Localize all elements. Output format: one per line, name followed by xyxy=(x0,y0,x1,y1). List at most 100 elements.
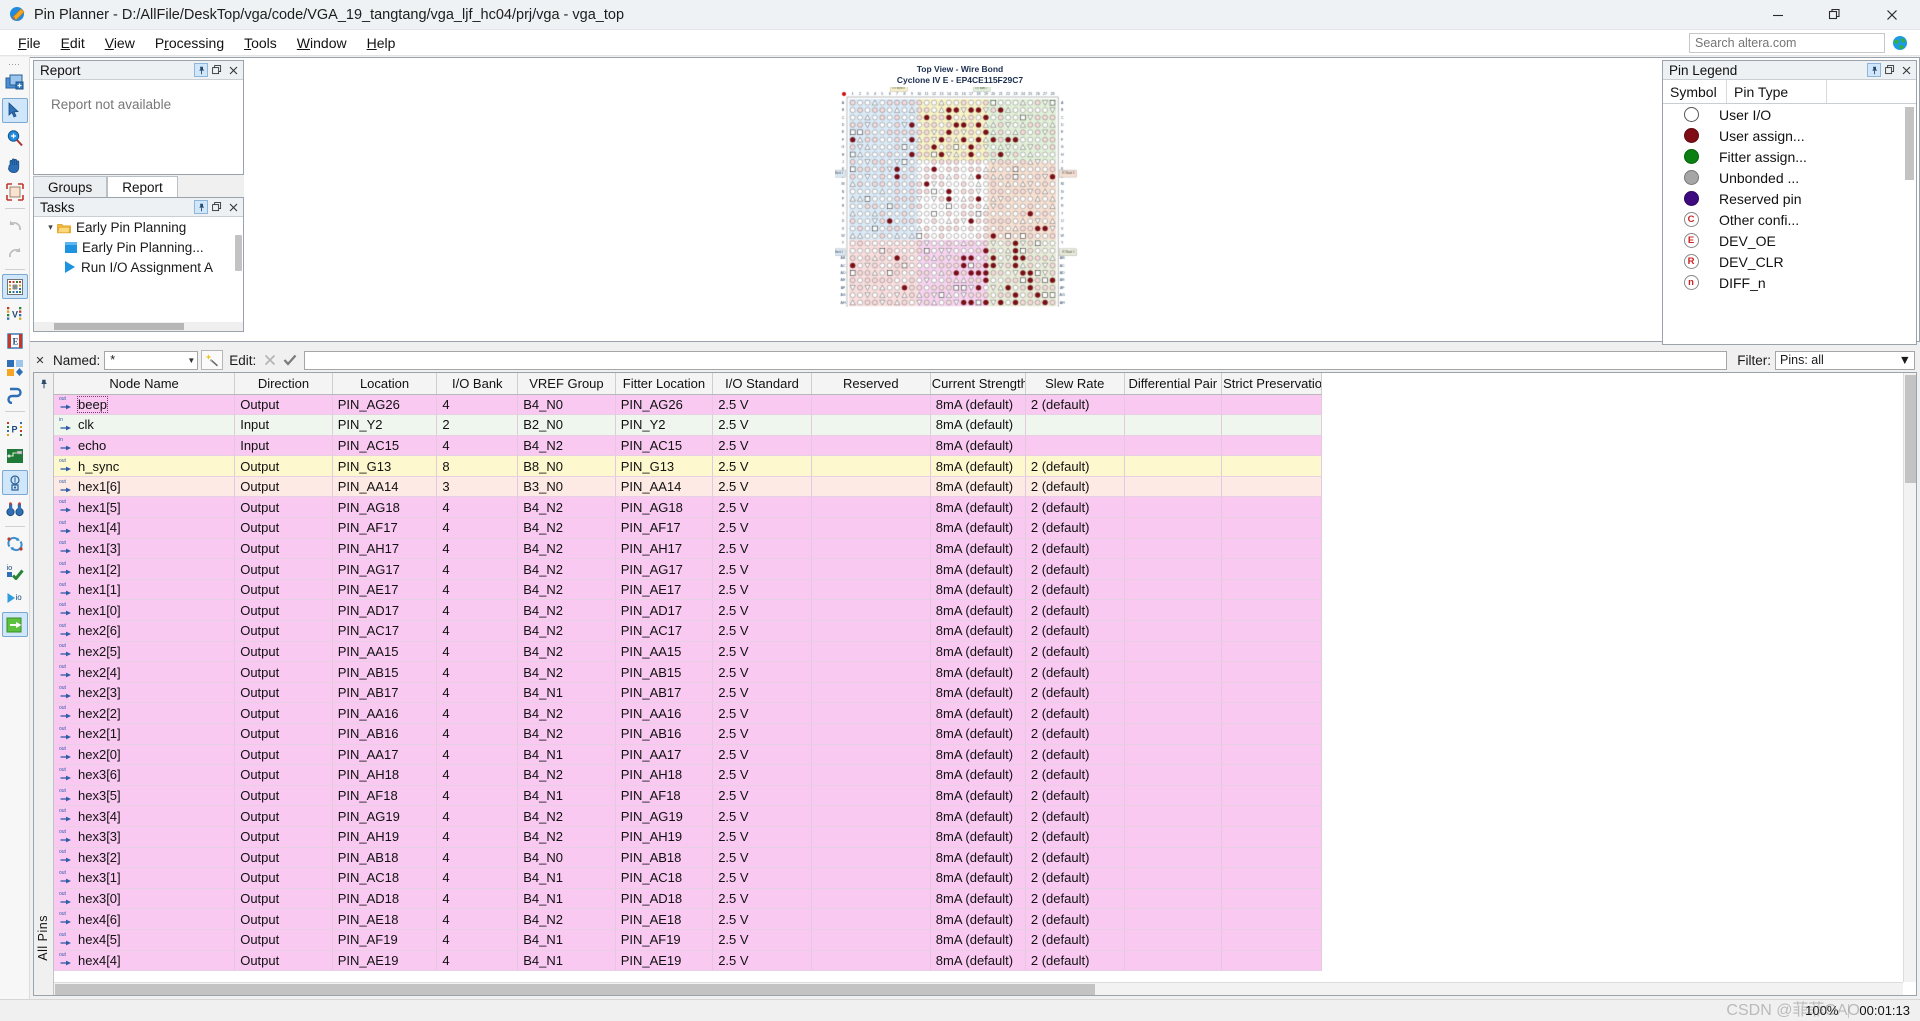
legend-row[interactable]: E DEV_OE xyxy=(1663,230,1916,251)
table-row[interactable]: out hex2[0] Output PIN_AA17 4 B4_N1 PIN_AA17 2.… xyxy=(54,744,1322,766)
chip-package-view[interactable]: Top View - Wire Bond Cyclone IV E - EP4C… xyxy=(0,57,1920,342)
table-row[interactable]: out hex4[6] Output PIN_AE18 4 B4_N2 PIN_AE18 2.… xyxy=(54,908,1322,930)
table-row[interactable]: out hex1[3] Output PIN_AH17 4 B4_N2 PIN_AH17 2.… xyxy=(54,538,1322,560)
refresh-pins-icon[interactable] xyxy=(2,531,28,556)
table-row[interactable]: in echo Input PIN_AC15 4 B4_N2 PIN_AC15 2.5 V 8m… xyxy=(54,435,1322,457)
table-row[interactable]: out hex1[5] Output PIN_AG18 4 B4_N2 PIN_AG18 2.… xyxy=(54,496,1322,519)
legend-row[interactable]: User I/O xyxy=(1663,104,1916,125)
table-row[interactable]: out hex3[1] Output PIN_AC18 4 B4_N1 PIN_AC18 2.… xyxy=(54,867,1322,889)
legend-row[interactable]: User assign... xyxy=(1663,125,1916,146)
table-row[interactable]: in clk Input PIN_Y2 2 B2_N0 PIN_Y2 2.5 V 8mA (de… xyxy=(54,414,1322,436)
cell-node-name[interactable]: out hex3[2] xyxy=(54,847,236,869)
legend-col-pin-type[interactable]: Pin Type xyxy=(1727,80,1827,103)
cell-node-name[interactable]: out hex1[3] xyxy=(54,538,236,560)
edit-cancel-button[interactable] xyxy=(260,350,280,370)
cell-node-name[interactable]: out hex3[4] xyxy=(54,805,236,827)
cell-node-name[interactable]: out hex1[2] xyxy=(54,558,236,580)
legend-row[interactable]: Fitter assign... xyxy=(1663,146,1916,167)
undock-icon[interactable] xyxy=(210,63,224,77)
rail-grip[interactable] xyxy=(7,60,22,68)
undock-icon[interactable] xyxy=(1883,63,1897,77)
table-row[interactable]: out hex1[4] Output PIN_AF17 4 B4_N2 PIN_AF17 2.… xyxy=(54,517,1322,539)
search-input[interactable] xyxy=(1689,32,1885,53)
column-header-current-strength[interactable]: Current Strength xyxy=(930,373,1026,395)
menu-window[interactable]: Window xyxy=(287,32,357,54)
edit-value-input[interactable] xyxy=(304,350,1728,370)
table-row[interactable]: out hex3[3] Output PIN_AH19 4 B4_N2 PIN_AH19 2.… xyxy=(54,826,1322,848)
cell-node-name[interactable]: out hex2[1] xyxy=(54,723,236,745)
table-row[interactable]: out hex2[2] Output PIN_AA16 4 B4_N2 PIN_AA16 2.… xyxy=(54,702,1322,724)
legend-row[interactable]: n DIFF_n xyxy=(1663,272,1916,293)
table-row[interactable]: out hex2[1] Output PIN_AB16 4 B4_N2 PIN_AB16 2.… xyxy=(54,723,1322,745)
cell-node-name[interactable]: out hex2[4] xyxy=(54,661,236,683)
cell-node-name[interactable]: out hex4[5] xyxy=(54,929,236,951)
cell-node-name[interactable]: out h_sync xyxy=(54,455,236,477)
export-pins-icon[interactable] xyxy=(1,612,28,637)
cell-node-name[interactable]: in echo xyxy=(54,435,236,457)
minimize-button[interactable] xyxy=(1749,0,1806,30)
cell-node-name[interactable]: out hex3[6] xyxy=(54,764,236,786)
bga-pin-grid[interactable] xyxy=(835,87,1085,308)
column-header-location[interactable]: Location xyxy=(332,373,438,395)
legend-row[interactable]: Reserved pin xyxy=(1663,188,1916,209)
table-row[interactable]: out h_sync Output PIN_G13 8 B8_N0 PIN_G13 2.5 V… xyxy=(54,455,1322,477)
pins-filter-combo[interactable]: Pins: all ▼ xyxy=(1775,350,1915,370)
cell-node-name[interactable]: out hex2[0] xyxy=(54,744,236,766)
cell-node-name[interactable]: out beep xyxy=(54,394,236,416)
cell-node-name[interactable]: out hex2[2] xyxy=(54,702,236,724)
cell-node-name[interactable]: out hex1[5] xyxy=(54,496,236,519)
pin-icon[interactable] xyxy=(194,63,208,77)
menu-edit[interactable]: Edit xyxy=(51,32,95,54)
cell-node-name[interactable]: out hex3[5] xyxy=(54,785,236,807)
table-row[interactable]: out hex2[5] Output PIN_AA15 4 B4_N2 PIN_AA15 2.… xyxy=(54,641,1322,663)
cell-node-name[interactable]: out hex4[4] xyxy=(54,950,236,972)
info-pin-icon[interactable] xyxy=(1,470,28,495)
cell-node-name[interactable]: out hex1[1] xyxy=(54,579,236,601)
table-row[interactable]: out hex1[0] Output PIN_AD17 4 B4_N2 PIN_AD17 2.… xyxy=(54,599,1322,622)
column-header-vref-group[interactable]: VREF Group xyxy=(517,373,616,395)
cell-node-name[interactable]: out hex3[3] xyxy=(54,826,236,848)
table-row[interactable]: out hex2[4] Output PIN_AB15 4 B4_N2 PIN_AB15 2.… xyxy=(54,661,1322,683)
column-header-slew-rate[interactable]: Slew Rate xyxy=(1025,373,1125,395)
io-check-icon[interactable]: io xyxy=(2,558,28,583)
cell-node-name[interactable]: out hex3[1] xyxy=(54,867,236,889)
all-pins-side-tab[interactable]: All Pins xyxy=(34,373,54,995)
table-row[interactable]: out hex3[5] Output PIN_AF18 4 B4_N1 PIN_AF18 2.… xyxy=(54,785,1322,807)
legend-row[interactable]: R DEV_CLR xyxy=(1663,251,1916,272)
edit-accept-button[interactable] xyxy=(280,350,300,370)
cell-node-name[interactable]: out hex1[0] xyxy=(54,599,236,622)
legend-row[interactable]: Unbonded ... xyxy=(1663,167,1916,188)
column-header-reserved[interactable]: Reserved xyxy=(811,373,931,395)
menu-view[interactable]: View xyxy=(95,32,145,54)
pad-view-icon[interactable]: P xyxy=(2,416,28,441)
table-row[interactable]: out hex4[4] Output PIN_AE19 4 B4_N1 PIN_AE19 2.… xyxy=(54,950,1322,972)
column-header-direction[interactable]: Direction xyxy=(234,373,333,395)
legend-row[interactable]: C Other confi... xyxy=(1663,209,1916,230)
column-header-i-o-standard[interactable]: I/O Standard xyxy=(712,373,812,395)
pin-migration-icon[interactable] xyxy=(2,355,28,380)
cell-node-name[interactable]: out hex1[6] xyxy=(54,476,236,498)
menu-processing[interactable]: Processing xyxy=(145,32,234,54)
column-header-differential-pair[interactable]: Differential Pair xyxy=(1124,373,1223,395)
cell-node-name[interactable]: out hex1[4] xyxy=(54,517,236,539)
close-button[interactable] xyxy=(1863,0,1920,30)
column-header-i-o-bank[interactable]: I/O Bank xyxy=(436,373,519,395)
pin-icon[interactable] xyxy=(1867,63,1881,77)
table-row[interactable]: out hex3[6] Output PIN_AH18 4 B4_N2 PIN_AH18 2.… xyxy=(54,764,1322,786)
table-row[interactable]: out hex2[6] Output PIN_AC17 4 B4_N2 PIN_AC17 2.… xyxy=(54,620,1322,642)
dsp-block-icon[interactable] xyxy=(2,382,28,407)
table-row[interactable]: out hex1[2] Output PIN_AG17 4 B4_N2 PIN_AG17 2.… xyxy=(54,558,1322,580)
menu-file[interactable]: File xyxy=(8,32,51,54)
wand-icon[interactable] xyxy=(201,350,224,370)
table-row[interactable]: out hex2[3] Output PIN_AB17 4 B4_N1 PIN_AB17 2.… xyxy=(54,682,1322,704)
column-header-fitter-location[interactable]: Fitter Location xyxy=(615,373,714,395)
legend-vscrollbar-thumb[interactable] xyxy=(1905,107,1914,180)
globe-icon[interactable] xyxy=(1892,35,1908,51)
column-header-node-name[interactable]: Node Name xyxy=(54,373,236,395)
pin-table-vscrollbar[interactable] xyxy=(1903,373,1916,982)
table-row[interactable]: out hex3[2] Output PIN_AB18 4 B4_N0 PIN_AB18 2.… xyxy=(54,847,1322,869)
pin-table-hscrollbar[interactable] xyxy=(54,982,1903,995)
menu-help[interactable]: Help xyxy=(357,32,406,54)
board-trace-icon[interactable] xyxy=(2,443,28,468)
legend-col-symbol[interactable]: Symbol xyxy=(1663,80,1727,103)
